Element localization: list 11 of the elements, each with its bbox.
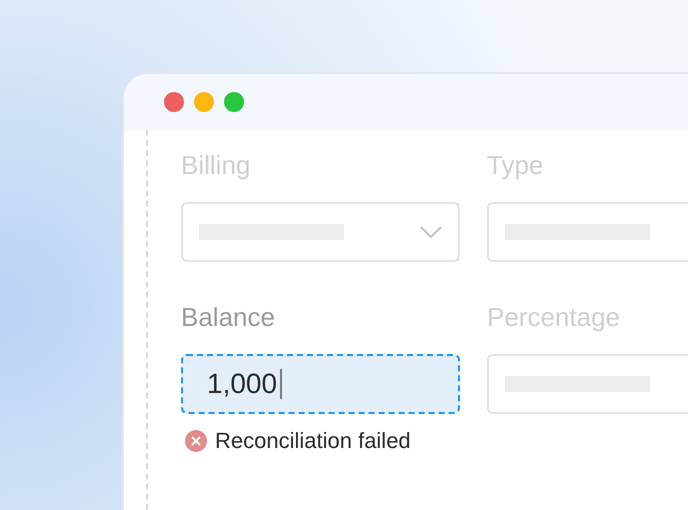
window-control-button[interactable] — [194, 92, 214, 112]
field-label: Balance — [181, 302, 275, 332]
window-control-button[interactable] — [224, 92, 244, 112]
error-message: Reconciliation failed — [215, 428, 411, 454]
input-field[interactable] — [487, 354, 688, 414]
window-control-button[interactable] — [164, 92, 184, 112]
chevron-down-icon — [420, 226, 442, 238]
input-field[interactable] — [487, 202, 688, 262]
dropdown-field[interactable] — [181, 202, 460, 262]
error-icon — [185, 430, 207, 452]
input-field[interactable]: 1,000 — [181, 354, 460, 414]
